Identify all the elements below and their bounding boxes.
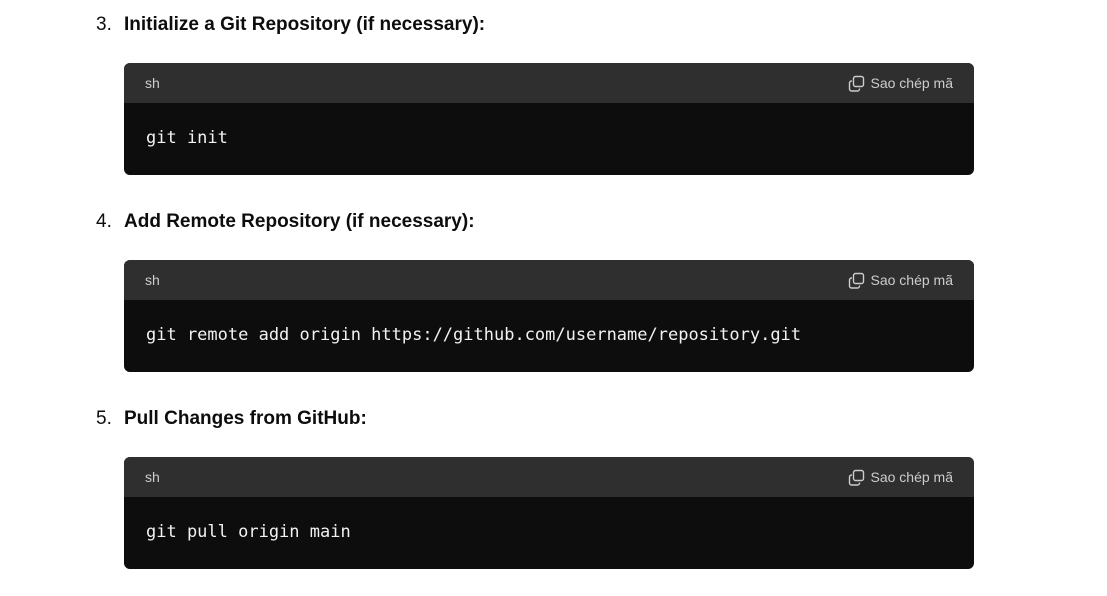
copy-code-button[interactable]: Sao chép mã [848, 457, 954, 497]
step-heading: 5. Pull Changes from GitHub: [96, 405, 367, 433]
code-content[interactable]: git init [124, 103, 974, 175]
copy-icon [848, 75, 864, 92]
code-language-label: sh [145, 469, 160, 485]
code-language-label: sh [145, 75, 160, 91]
copy-code-button[interactable]: Sao chép mã [848, 63, 954, 103]
step-number: 4. [96, 211, 112, 232]
copy-code-label: Sao chép mã [870, 75, 954, 91]
code-block: sh Sao chép mã git remote add origin htt… [124, 260, 974, 372]
code-block-header: sh Sao chép mã [124, 260, 974, 300]
code-content[interactable]: git pull origin main [124, 497, 974, 569]
copy-code-label: Sao chép mã [870, 469, 954, 485]
code-language-label: sh [145, 272, 160, 288]
copy-code-button[interactable]: Sao chép mã [848, 260, 954, 300]
code-block: sh Sao chép mã git init [124, 63, 974, 175]
step-number: 3. [96, 14, 112, 35]
copy-icon [848, 469, 864, 486]
code-block: sh Sao chép mã git pull origin main [124, 457, 974, 569]
code-content[interactable]: git remote add origin https://github.com… [124, 300, 974, 372]
copy-code-label: Sao chép mã [870, 272, 954, 288]
step-title: Pull Changes from GitHub: [124, 408, 367, 429]
copy-icon [848, 272, 864, 289]
code-block-header: sh Sao chép mã [124, 63, 974, 103]
step-title: Initialize a Git Repository (if necessar… [124, 14, 486, 35]
step-heading: 3. Initialize a Git Repository (if necess… [96, 11, 485, 39]
step-heading: 4. Add Remote Repository (if necessary): [96, 208, 475, 236]
step-title: Add Remote Repository (if necessary): [124, 211, 475, 232]
code-block-header: sh Sao chép mã [124, 457, 974, 497]
step-number: 5. [96, 408, 112, 429]
